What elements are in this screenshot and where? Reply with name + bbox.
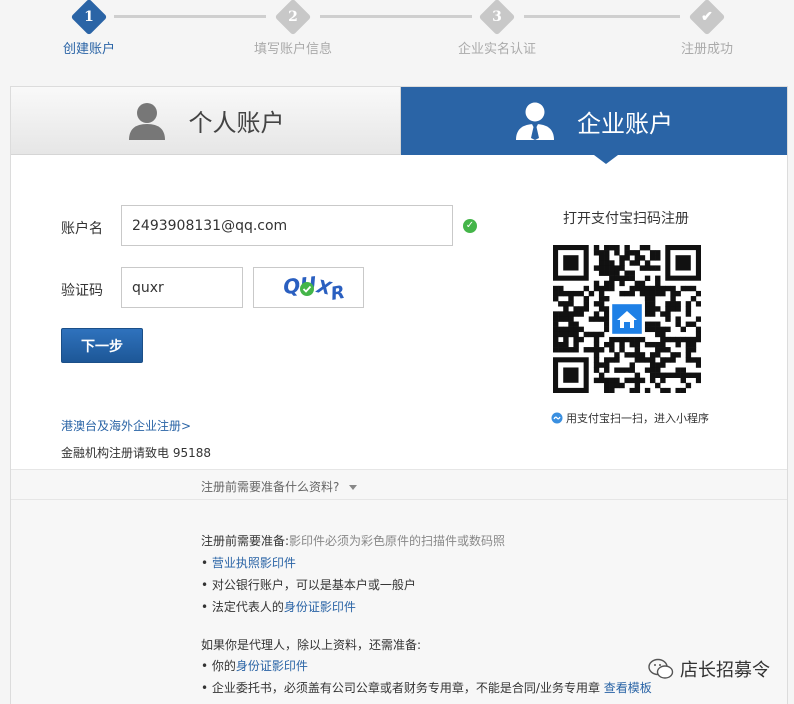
- check-circle-icon: ✓: [463, 219, 477, 233]
- requirements-toggle-label: 注册前需要准备什么资料?: [201, 480, 340, 494]
- account-name-input[interactable]: 2493908131@qq.com: [121, 205, 453, 246]
- active-tab-pointer: [594, 155, 618, 164]
- watermark-text: 店长招募令: [680, 660, 770, 681]
- agent-id-prefix: 你的: [211, 659, 236, 673]
- qr-code: [553, 245, 701, 393]
- list-item: • 你的身份证影印件: [201, 659, 308, 673]
- tab-enterprise-label: 企业账户: [577, 109, 673, 138]
- list-item: • 法定代表人的身份证影印件: [201, 600, 356, 614]
- finance-hotline-note: 金融机构注册请致电 95188: [61, 446, 211, 460]
- step-connector: [320, 15, 472, 18]
- list-item: • 对公银行账户，可以是基本户或一般户: [201, 578, 416, 592]
- requirements-toggle-row: 注册前需要准备什么资料?: [11, 470, 787, 500]
- qr-hint-text: 用支付宝扫一扫，进入小程序: [566, 412, 709, 425]
- list-item: • 营业执照影印件: [201, 556, 296, 570]
- mini-program-icon: [551, 412, 563, 424]
- step-3-number: 3: [492, 9, 502, 25]
- step-2-label: 填写账户信息: [253, 42, 333, 57]
- captcha-input[interactable]: quxr: [121, 267, 243, 308]
- qr-title: 打开支付宝扫码注册: [563, 211, 689, 227]
- account-name-label: 账户名: [61, 221, 103, 237]
- step-connector: [114, 15, 266, 18]
- requirements-intro-note: 影印件必须为彩色原件的扫描件或数码照: [289, 534, 506, 548]
- wechat-icon: [648, 658, 674, 679]
- account-type-tabs: 个人账户 企业账户: [11, 87, 787, 155]
- tab-personal-label: 个人账户: [188, 109, 285, 137]
- step-1-label: 创建账户: [62, 42, 116, 57]
- agent-id-link[interactable]: 身份证影印件: [236, 659, 308, 673]
- svg-text:R: R: [329, 282, 346, 305]
- registration-panel: 个人账户 企业账户 账户名 2493908131@qq.com ✓ 验证码 qu…: [10, 86, 788, 704]
- tab-personal-account[interactable]: 个人账户: [11, 87, 401, 155]
- tab-enterprise-account[interactable]: 企业账户: [401, 87, 787, 155]
- captcha-image[interactable]: QU X R: [253, 267, 364, 308]
- next-step-button[interactable]: 下一步: [61, 328, 143, 363]
- list-item: • 企业委托书，必须盖有公司公章或者财务专用章，不能是合同/业务专用章 查看模板: [201, 681, 652, 695]
- qr-hint: 用支付宝扫一扫，进入小程序: [551, 410, 709, 426]
- checkmark-icon: ✔: [701, 9, 713, 25]
- step-2-number: 2: [288, 9, 298, 25]
- requirements-intro: 注册前需要准备:影印件必须为彩色原件的扫描件或数码照: [201, 532, 505, 549]
- bank-account-item: 对公银行账户，可以是基本户或一般户: [211, 578, 416, 592]
- authorization-letter-item: 企业委托书，必须盖有公司公章或者财务专用章，不能是合同/业务专用章: [211, 681, 600, 695]
- legal-rep-id-link[interactable]: 身份证影印件: [284, 600, 356, 614]
- agent-intro: 如果你是代理人，除以上资料，还需准备:: [201, 638, 422, 652]
- overseas-registration-link[interactable]: 港澳台及海外企业注册>: [61, 417, 191, 434]
- captcha-graphic: QU X R: [282, 272, 347, 305]
- step-1-number: 1: [84, 9, 94, 25]
- caret-down-icon: [349, 485, 358, 490]
- legal-rep-item: 法定代表人的: [211, 600, 284, 614]
- person-icon: [128, 102, 165, 140]
- requirements-intro-label: 注册前需要准备:: [201, 534, 290, 548]
- step-3-label: 企业实名认证: [457, 42, 537, 57]
- registration-stepper: 1 创建账户 2 填写账户信息 3 企业实名认证 ✔ 注册成功: [0, 0, 794, 80]
- business-person-icon: [516, 102, 554, 140]
- step-connector: [524, 15, 680, 18]
- step-4-label: 注册成功: [680, 42, 734, 57]
- watermark: 店长招募令: [648, 656, 770, 682]
- business-license-link[interactable]: 营业执照影印件: [212, 556, 296, 570]
- requirements-toggle[interactable]: 注册前需要准备什么资料?: [201, 478, 358, 495]
- captcha-label: 验证码: [61, 283, 103, 299]
- view-template-link[interactable]: 查看模板: [604, 681, 652, 695]
